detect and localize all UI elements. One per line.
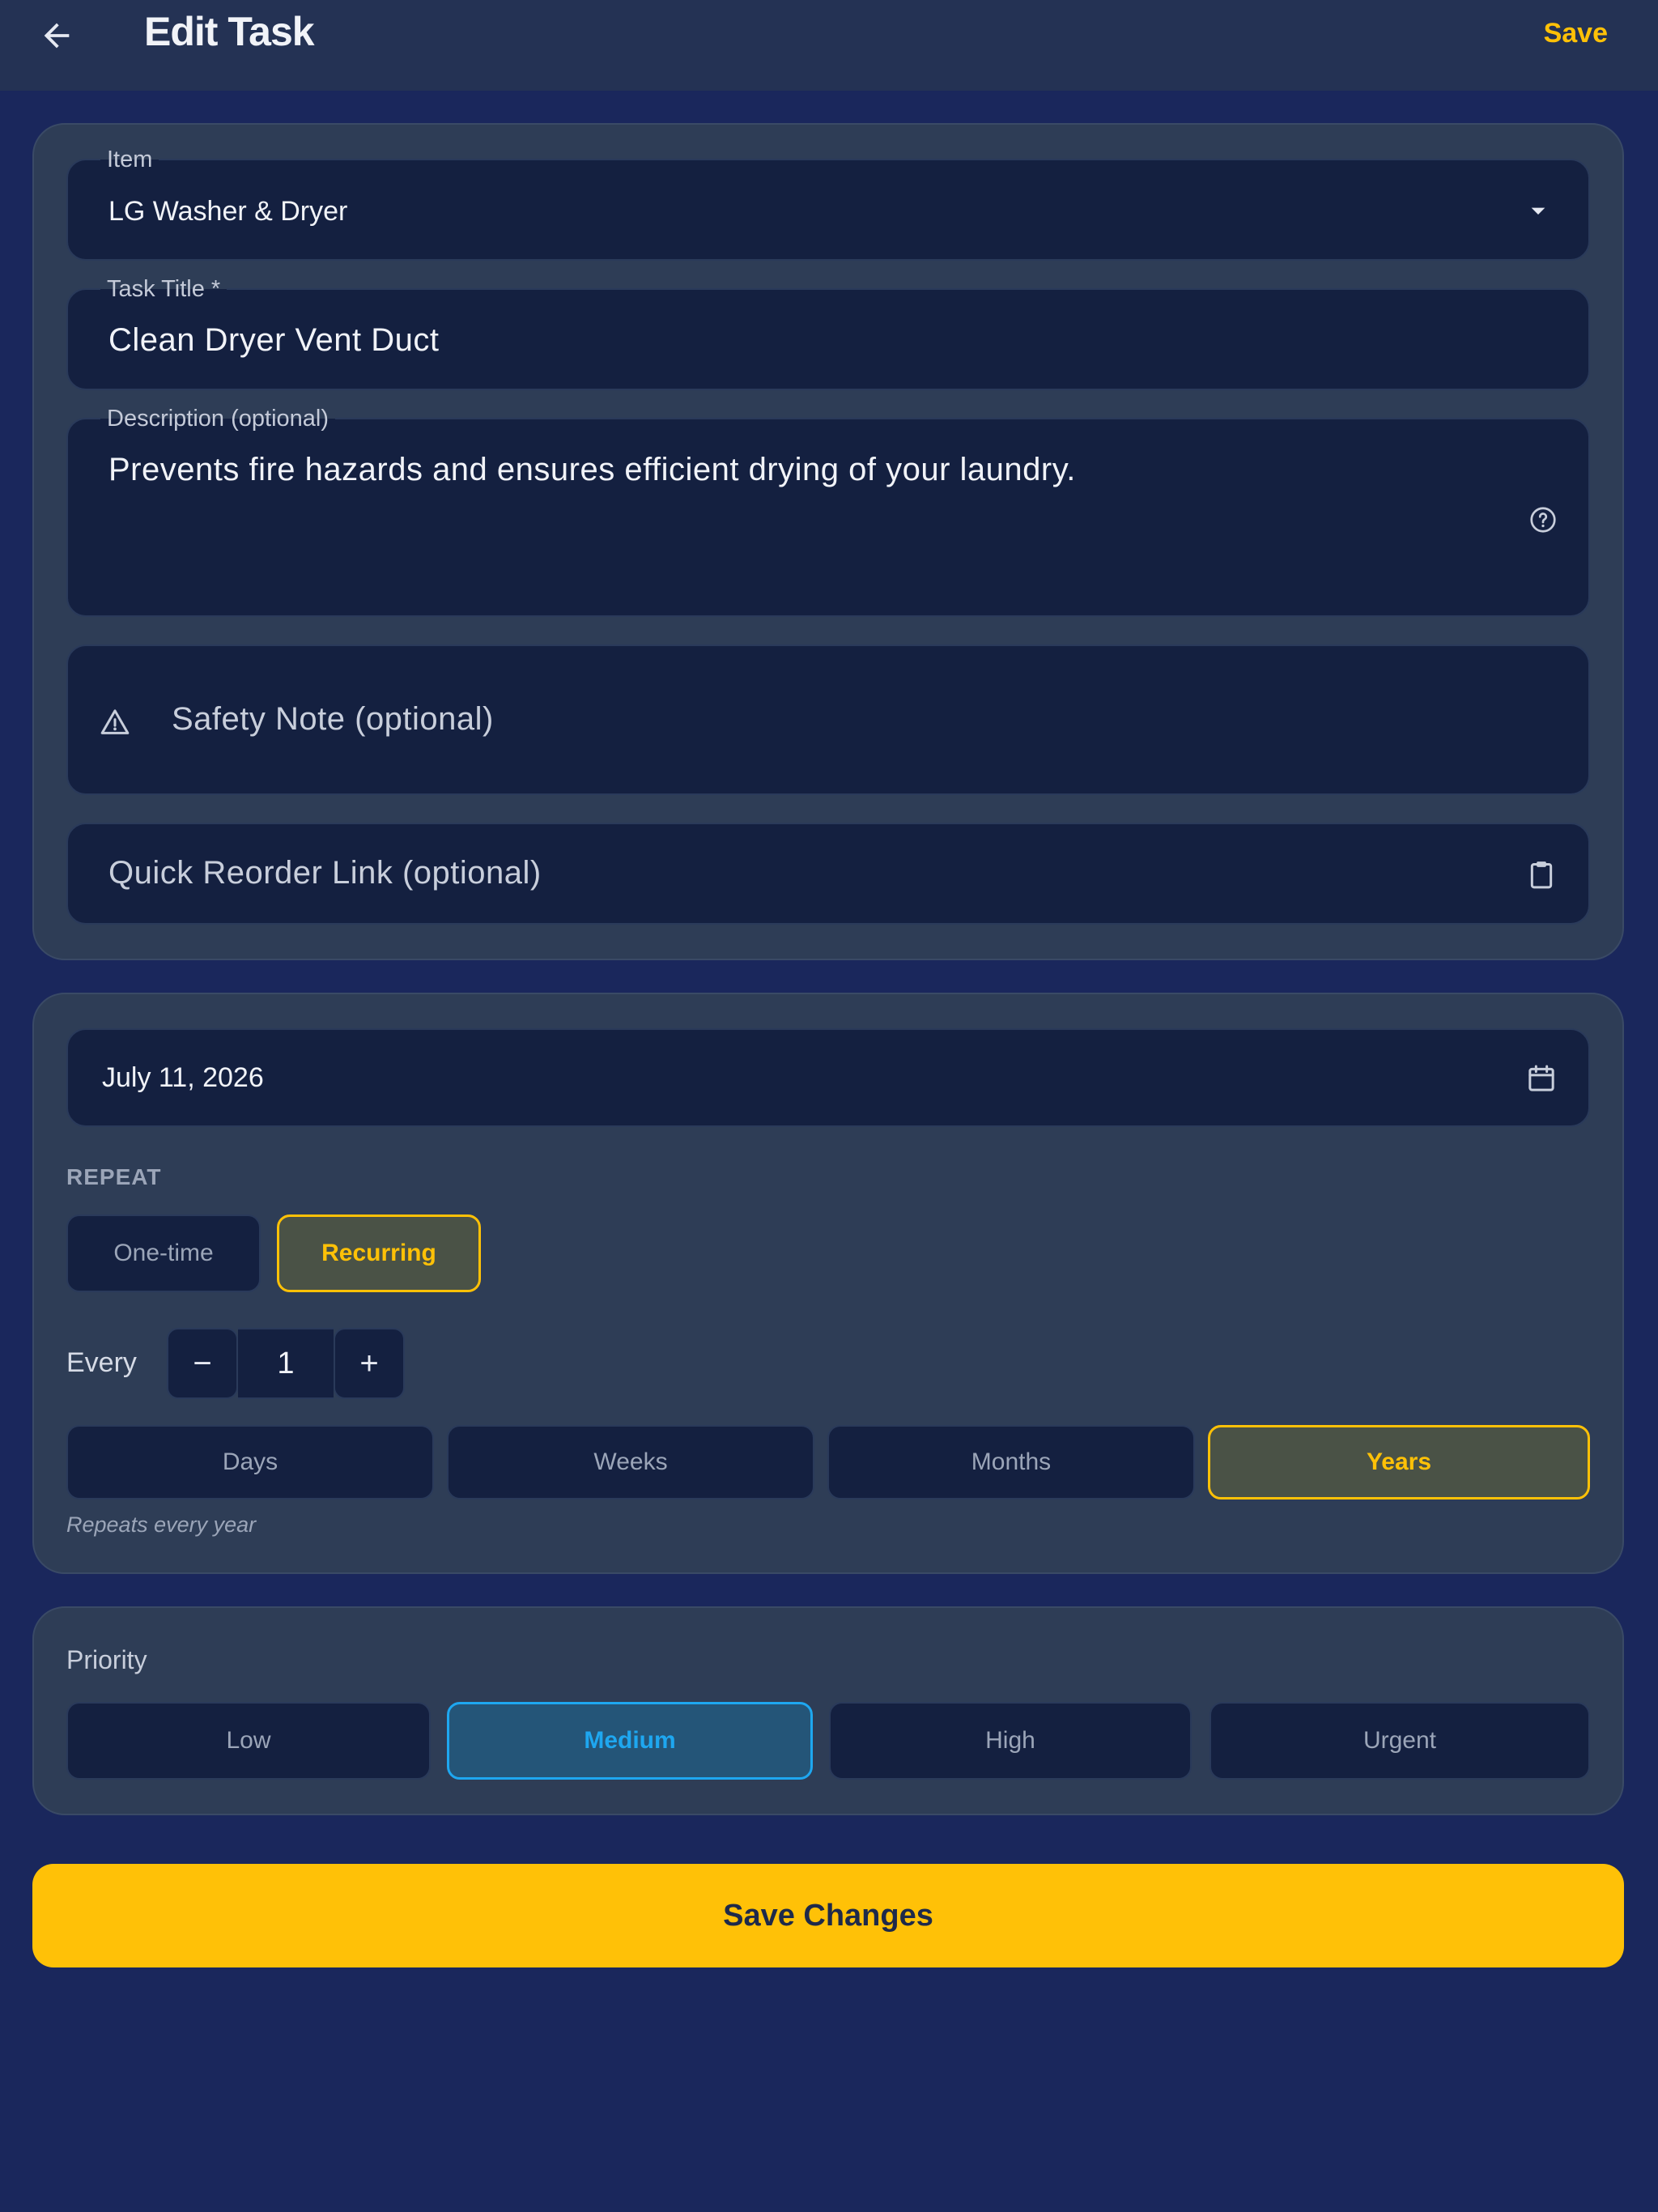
priority-label: Priority	[66, 1645, 147, 1674]
reorder-link-placeholder: Quick Reorder Link (optional)	[108, 855, 542, 891]
task-title-label: Task Title *	[100, 275, 227, 303]
plus-icon: +	[359, 1345, 379, 1381]
reorder-link-field[interactable]: Quick Reorder Link (optional)	[66, 823, 1590, 925]
increment-button[interactable]: +	[334, 1328, 405, 1399]
back-button[interactable]	[36, 15, 78, 57]
priority-high[interactable]: High	[829, 1702, 1192, 1780]
due-date-value: July 11, 2026	[102, 1062, 264, 1093]
safety-note-field[interactable]: Safety Note (optional)	[66, 644, 1590, 795]
repeat-recurring[interactable]: Recurring	[277, 1214, 481, 1292]
unit-months[interactable]: Months	[827, 1425, 1195, 1499]
minus-icon: −	[193, 1345, 212, 1381]
interval-value[interactable]: 1	[238, 1328, 334, 1399]
decrement-button[interactable]: −	[167, 1328, 238, 1399]
item-label: Item	[100, 146, 159, 173]
help-circle-icon[interactable]	[1527, 504, 1559, 536]
item-value: LG Washer & Dryer	[108, 196, 348, 227]
safety-note-placeholder: Safety Note (optional)	[172, 701, 494, 737]
repeat-hint: Repeats every year	[66, 1512, 257, 1537]
clipboard-icon[interactable]	[1524, 857, 1559, 892]
description-label: Description (optional)	[100, 405, 336, 432]
repeat-label: REPEAT	[66, 1164, 162, 1189]
priority-low[interactable]: Low	[66, 1702, 431, 1780]
priority-urgent[interactable]: Urgent	[1209, 1702, 1590, 1780]
task-title-field[interactable]: Task Title * Clean Dryer Vent Duct	[66, 275, 1590, 390]
page-title: Edit Task	[144, 9, 315, 54]
every-label: Every	[66, 1347, 137, 1378]
repeat-one-time[interactable]: One-time	[66, 1214, 261, 1292]
unit-weeks[interactable]: Weeks	[447, 1425, 814, 1499]
description-field[interactable]: Description (optional) Prevents fire haz…	[66, 405, 1590, 617]
back-arrow-icon	[44, 23, 70, 49]
save-changes-button[interactable]: Save Changes	[32, 1864, 1624, 1967]
save-button[interactable]: Save	[1544, 18, 1608, 49]
description-value: Prevents fire hazards and ensures effici…	[108, 452, 1076, 487]
unit-years[interactable]: Years	[1208, 1425, 1590, 1499]
task-title-value: Clean Dryer Vent Duct	[108, 322, 440, 358]
calendar-icon[interactable]	[1524, 1061, 1559, 1096]
chevron-down-icon	[1520, 193, 1556, 228]
unit-days[interactable]: Days	[66, 1425, 434, 1499]
priority-medium[interactable]: Medium	[447, 1702, 813, 1780]
warning-icon	[97, 704, 133, 740]
due-date-field[interactable]: July 11, 2026	[66, 1028, 1590, 1127]
item-select[interactable]: Item LG Washer & Dryer	[66, 146, 1590, 261]
app-bar: Edit Task Save	[0, 0, 1658, 91]
